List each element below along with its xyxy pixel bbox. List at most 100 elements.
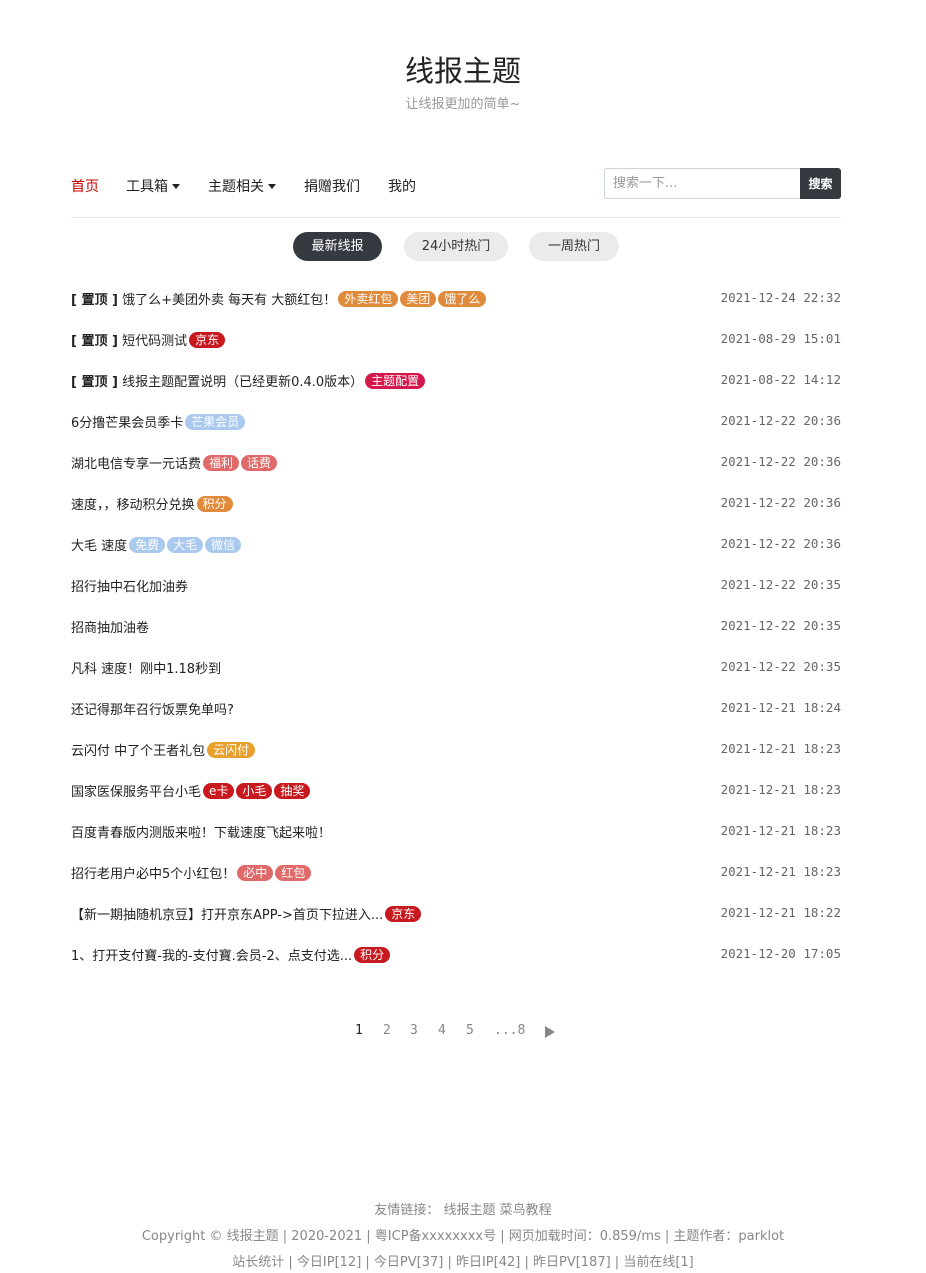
list-item: 国家医保服务平台小毛 e卡 小毛 抽奖 2021-12-21 18:23 (71, 778, 841, 802)
copyright: Copyright © 线报主题 | 2020-2021 | 粤ICP备xxxx… (141, 1229, 785, 1244)
post-time: 2021-08-29 15:01 (720, 331, 841, 346)
tag-badge[interactable]: 京东 (385, 906, 422, 922)
list-item: 百度青春版内测版来啦！下载速度飞起来啦！ 2021-12-21 18:23 (71, 819, 841, 843)
next-page-icon[interactable] (545, 1026, 555, 1038)
list-item: 招行抽中石化加油券 2021-12-22 20:35 (71, 573, 841, 597)
post-title-link[interactable]: 湖北电信专享一元话费 福利 话费 (71, 453, 278, 472)
post-time: 2021-12-22 20:36 (720, 413, 841, 428)
search-button[interactable]: 搜索 (800, 168, 841, 199)
post-title: 线报主题配置说明（已经更新0.4.0版本） (122, 375, 364, 390)
list-item: 1、打开支付寶-我的-支付寶.会员-2、点支付选... 积分 2021-12-20 … (71, 942, 841, 966)
post-title-link[interactable]: 云闪付 中了个王者礼包 云闪付 (71, 740, 256, 759)
post-title-link[interactable]: 【新一期抽随机京豆】打开京东APP->首页下拉进入... 京东 (71, 904, 422, 923)
post-title-link[interactable]: [ 置顶 ] 线报主题配置说明（已经更新0.4.0版本） 主题配置 (71, 371, 426, 390)
list-item: 还记得那年召行饭票免单吗? 2021-12-21 18:24 (71, 696, 841, 720)
friend-link[interactable]: 线报主题 (443, 1203, 495, 1218)
tag-badge[interactable]: 外卖红包 (338, 291, 399, 307)
pinned-label: [ 置顶 ] (71, 293, 118, 308)
page-link-last[interactable]: ...8 (494, 1023, 525, 1038)
list-item: [ 置顶 ] 线报主题配置说明（已经更新0.4.0版本） 主题配置 2021-08-… (71, 368, 841, 392)
post-title: 凡科 速度！刚中1.18秒到 (71, 662, 222, 677)
post-title: 招商抽加油卷 (71, 621, 150, 636)
friend-links-label: 友情链接： (374, 1203, 440, 1218)
post-title-link[interactable]: 招行老用户必中5个小红包！ 必中 红包 (71, 863, 312, 882)
list-item: 大毛 速度 免费 大毛 微信 2021-12-22 20:36 (71, 532, 841, 556)
caret-down-icon (268, 183, 276, 189)
page-link[interactable]: 3 (410, 1023, 418, 1038)
page-link[interactable]: 1 (355, 1023, 363, 1038)
page-link[interactable]: 4 (438, 1023, 446, 1038)
post-title-link[interactable]: 速度，，移动积分兑换 积分 (71, 494, 233, 513)
post-title-link[interactable]: [ 置顶 ] 饿了么+美团外卖 每天有 大额红包！ 外卖红包 美团 饿了么 (71, 289, 487, 308)
post-time: 2021-12-22 20:35 (720, 577, 841, 592)
tag-badge[interactable]: 芒果会员 (185, 414, 246, 430)
tag-badge[interactable]: 微信 (205, 537, 242, 553)
tag-badge[interactable]: 积分 (354, 947, 391, 963)
tag-badge[interactable]: 云闪付 (207, 742, 256, 758)
page-link[interactable]: 5 (466, 1023, 474, 1038)
nav-item-toolbox[interactable]: 工具箱 (126, 176, 180, 196)
nav-item-theme[interactable]: 主题相关 (208, 176, 276, 196)
post-title: 百度青春版内测版来啦！下载速度飞起来啦！ (71, 826, 332, 841)
tab-24h-hot[interactable]: 24小时热门 (404, 232, 508, 261)
tag-badge[interactable]: 美团 (400, 291, 437, 307)
post-time: 2021-12-21 18:23 (720, 782, 841, 797)
tag-badge[interactable]: 小毛 (236, 783, 273, 799)
nav-item-home[interactable]: 首页 (71, 176, 99, 196)
post-title: 【新一期抽随机京豆】打开京东APP->首页下拉进入... (71, 908, 384, 923)
post-title-link[interactable]: 百度青春版内测版来啦！下载速度飞起来啦！ (71, 822, 331, 841)
post-time: 2021-12-21 18:23 (720, 864, 841, 879)
post-title: 短代码测试 (122, 334, 188, 349)
tag-badge[interactable]: e卡 (203, 783, 235, 799)
main-nav: 首页 工具箱 主题相关 捐赠我们 我的 搜索 (71, 168, 841, 200)
post-title-link[interactable]: 6分撸芒果会员季卡 芒果会员 (71, 412, 246, 431)
post-title: 大毛 速度 (71, 539, 128, 554)
post-time: 2021-12-20 17:05 (720, 946, 841, 961)
post-title-link[interactable]: 凡科 速度！刚中1.18秒到 (71, 658, 221, 677)
post-title: 招行老用户必中5个小红包！ (71, 867, 236, 882)
post-title-link[interactable]: 国家医保服务平台小毛 e卡 小毛 抽奖 (71, 781, 311, 800)
post-title-link[interactable]: 招商抽加油卷 (71, 617, 149, 636)
site-title: 线报主题 (404, 54, 521, 88)
tag-badge[interactable]: 主题配置 (365, 373, 426, 389)
post-title: 招行抽中石化加油券 (71, 580, 189, 595)
tab-latest[interactable]: 最新线报 (293, 232, 382, 261)
post-title: 1、打开支付寶-我的-支付寶.会员-2、点支付选... (71, 949, 353, 964)
post-title-link[interactable]: [ 置顶 ] 短代码测试 京东 (71, 330, 226, 349)
search-input[interactable] (604, 168, 800, 199)
nav-item-donate[interactable]: 捐赠我们 (304, 176, 360, 196)
list-item: 招行老用户必中5个小红包！ 必中 红包 2021-12-21 18:23 (71, 860, 841, 884)
pagination: 1 2 3 4 5 ...8 (0, 1023, 926, 1041)
list-item: 云闪付 中了个王者礼包 云闪付 2021-12-21 18:23 (71, 737, 841, 761)
tag-badge[interactable]: 话费 (241, 455, 278, 471)
tag-badge[interactable]: 京东 (189, 332, 226, 348)
list-item: [ 置顶 ] 短代码测试 京东 2021-08-29 15:01 (71, 327, 841, 351)
nav-item-mine[interactable]: 我的 (388, 176, 416, 196)
post-title-link[interactable]: 1、打开支付寶-我的-支付寶.会员-2、点支付选... 积分 (71, 945, 391, 964)
post-time: 2021-12-22 20:35 (720, 659, 841, 674)
tag-badge[interactable]: 大毛 (167, 537, 204, 553)
tag-badge[interactable]: 必中 (237, 865, 274, 881)
tag-badge[interactable]: 饿了么 (438, 291, 487, 307)
post-title: 还记得那年召行饭票免单吗? (71, 703, 234, 718)
tag-badge[interactable]: 福利 (203, 455, 240, 471)
post-title: 湖北电信专享一元话费 (71, 457, 202, 472)
post-title: 云闪付 中了个王者礼包 (71, 744, 206, 759)
friend-links: 友情链接： 线报主题 菜鸟教程 (0, 1199, 926, 1218)
site-stats: 站长统计 | 今日IP[12] | 今日PV[37] | 昨日IP[42] | … (232, 1255, 694, 1270)
post-title: 6分撸芒果会员季卡 (71, 416, 184, 431)
tag-badge[interactable]: 积分 (196, 496, 233, 512)
post-title-link[interactable]: 招行抽中石化加油券 (71, 576, 188, 595)
tag-badge[interactable]: 红包 (275, 865, 312, 881)
post-title-link[interactable]: 大毛 速度 免费 大毛 微信 (71, 535, 242, 554)
post-time: 2021-08-22 14:12 (720, 372, 841, 387)
tag-badge[interactable]: 抽奖 (274, 783, 311, 799)
list-item: 湖北电信专享一元话费 福利 话费 2021-12-22 20:36 (71, 450, 841, 474)
tag-badge[interactable]: 免费 (129, 537, 166, 553)
pinned-label: [ 置顶 ] (71, 375, 118, 390)
post-title: 国家医保服务平台小毛 (71, 785, 202, 800)
friend-link[interactable]: 菜鸟教程 (500, 1203, 552, 1218)
post-title-link[interactable]: 还记得那年召行饭票免单吗? (71, 699, 234, 718)
page-link[interactable]: 2 (383, 1023, 391, 1038)
tab-week-hot[interactable]: 一周热门 (529, 232, 619, 261)
